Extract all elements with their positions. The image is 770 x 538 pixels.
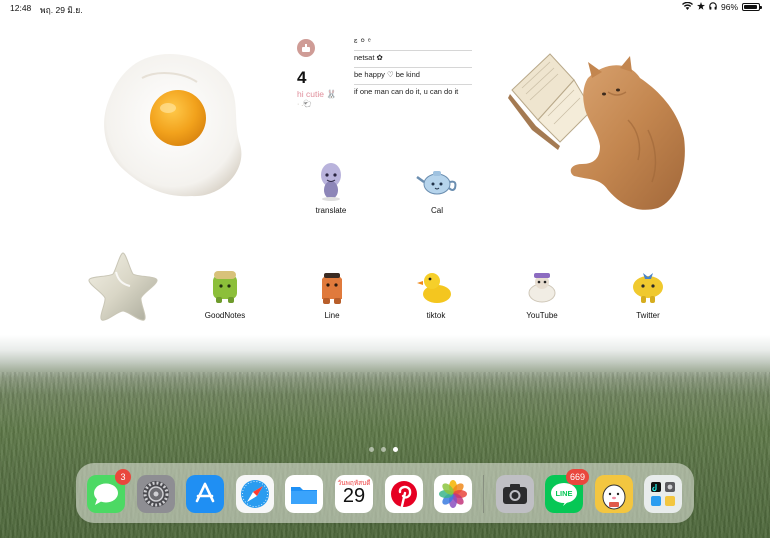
line-logo-text: LINE: [555, 489, 572, 498]
battery-percent: 96%: [720, 2, 738, 12]
dock-line[interactable]: LINE 669: [545, 469, 589, 513]
status-bar: 12:48 พฤ. 29 มิ.ย. 96%: [0, 0, 770, 16]
widget-line: if one man can do it, u can do it: [354, 87, 459, 96]
app-label: translate: [315, 206, 347, 215]
dock-camera[interactable]: [496, 475, 534, 513]
dock-files[interactable]: [285, 475, 323, 513]
dock-divider: [483, 475, 484, 513]
page-dot-active[interactable]: [393, 447, 398, 452]
app-label: Cal: [430, 206, 443, 215]
battery-icon: [742, 3, 762, 11]
dock-app-folder[interactable]: [644, 475, 682, 513]
cat-reading-book-image: [508, 50, 688, 212]
widget-line: netsat ✿: [354, 51, 472, 68]
dock-settings[interactable]: [137, 475, 175, 513]
dock-pinterest[interactable]: [385, 475, 423, 513]
cartoon-character-icon: [595, 475, 633, 513]
app-goodnotes[interactable]: GoodNotes: [187, 265, 263, 320]
status-indicators: 96%: [681, 1, 762, 12]
fried-egg-image: [102, 48, 244, 200]
line-badge: 669: [565, 469, 589, 485]
folder-grid-icon: [644, 475, 682, 513]
sheep-sticker-icon: [528, 273, 556, 303]
dock-photos[interactable]: [434, 475, 472, 513]
dock-sticker-app[interactable]: [595, 475, 633, 513]
teapot-sticker-icon: [416, 171, 457, 195]
dock-app-store[interactable]: [186, 475, 224, 513]
alien-sticker-icon: [321, 163, 341, 201]
app-tiktok[interactable]: tiktok: [398, 265, 474, 320]
page-indicator[interactable]: [369, 447, 398, 452]
dock-calendar[interactable]: วันพฤหัสบดี 29: [335, 475, 373, 513]
yellow-creature-sticker-icon: [633, 273, 663, 303]
calendar-day-number: 29: [342, 485, 366, 507]
page-dot[interactable]: [381, 447, 386, 452]
pinterest-icon: [385, 475, 423, 513]
widget-line: be happy ♡ be kind: [354, 68, 472, 85]
status-date: พฤ. 29 มิ.ย.: [40, 5, 83, 15]
messages-badge: 3: [115, 469, 131, 485]
app-label: YouTube: [526, 311, 558, 320]
cake-icon: [297, 39, 315, 57]
app-label: GoodNotes: [204, 311, 246, 320]
headphones-icon: [709, 2, 717, 12]
widget-caption: hi cutie 🐰: [297, 89, 337, 99]
app-youtube[interactable]: YouTube: [504, 265, 580, 320]
glass-star-image: [86, 250, 160, 322]
star-status-icon: [696, 2, 705, 12]
green-bear-sticker-icon: [213, 271, 237, 303]
widget-line: ɛ ⚪ ᵉ: [354, 34, 472, 51]
dock-messages[interactable]: 3: [87, 469, 131, 513]
app-label: Line: [324, 311, 340, 320]
photos-icon: [434, 475, 472, 513]
app-translate[interactable]: translate: [293, 160, 369, 215]
app-store-icon: [186, 475, 224, 513]
dock: 3 วันพฤหัสบดี 29 LINE 669: [76, 463, 694, 523]
app-twitter[interactable]: Twitter: [610, 265, 686, 320]
dock-safari[interactable]: [236, 475, 274, 513]
compass-icon: [236, 475, 274, 513]
folder-icon: [285, 475, 323, 513]
status-time: 12:48: [10, 3, 32, 13]
gear-icon: [137, 475, 175, 513]
app-label: Twitter: [636, 311, 660, 320]
widget-note-lines: ɛ ⚪ ᵉ netsat ✿ be happy ♡ be kind if one…: [354, 34, 472, 102]
rubber-duck-sticker-icon: [417, 273, 451, 303]
app-line[interactable]: Line: [294, 265, 370, 320]
page-dot[interactable]: [369, 447, 374, 452]
widget-sticker-text: · .🐑: [297, 101, 312, 108]
wifi-icon: [681, 1, 693, 12]
app-label: tiktok: [426, 311, 446, 320]
camera-icon: [496, 475, 534, 513]
battery-level: [744, 5, 758, 9]
orange-character-sticker-icon: [322, 273, 342, 304]
app-cal[interactable]: Cal: [399, 160, 475, 215]
notes-widget[interactable]: 4 hi cutie 🐰 · .🐑 ɛ ⚪ ᵉ netsat ✿ be happ…: [292, 34, 476, 120]
widget-day-number: 4: [297, 68, 307, 87]
